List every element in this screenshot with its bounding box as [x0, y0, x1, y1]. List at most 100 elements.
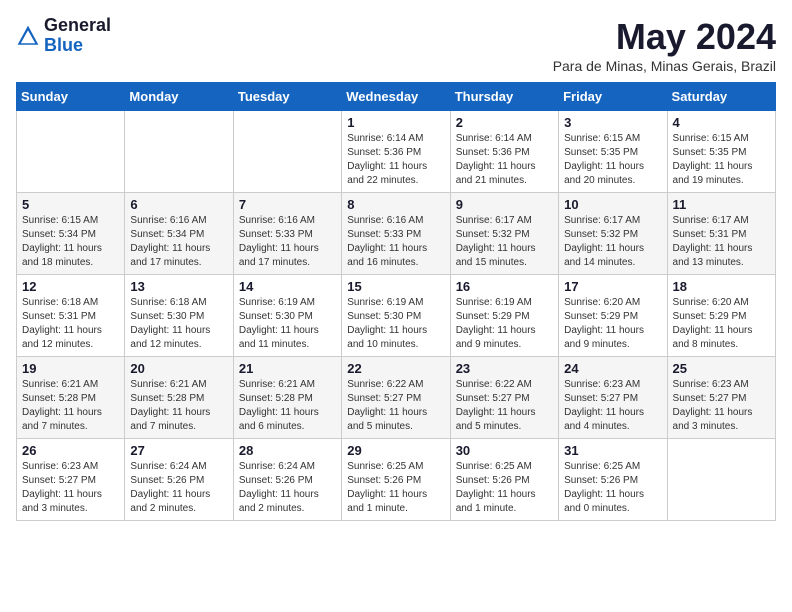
logo-blue-text: Blue — [44, 36, 111, 56]
calendar-cell: 13 Sunrise: 6:18 AM Sunset: 5:30 PM Dayli… — [125, 275, 233, 357]
calendar-cell: 4 Sunrise: 6:15 AM Sunset: 5:35 PM Daylig… — [667, 111, 775, 193]
weekday-header: Saturday — [667, 83, 775, 111]
calendar-cell: 16 Sunrise: 6:19 AM Sunset: 5:29 PM Dayli… — [450, 275, 558, 357]
calendar-week-row: 5Sunrise: 6:15 AM Sunset: 5:34 PM Daylig… — [17, 193, 776, 275]
calendar-cell: 14 Sunrise: 6:19 AM Sunset: 5:30 PM Dayli… — [233, 275, 341, 357]
title-area: May 2024 Para de Minas, Minas Gerais, Br… — [553, 16, 776, 74]
day-number: 1 — [347, 115, 444, 130]
weekday-header: Sunday — [17, 83, 125, 111]
day-info: Sunrise: 6:16 AM Sunset: 5:33 PM Dayligh… — [239, 214, 336, 270]
day-info: Sunrise: 6:15 AM Sunset: 5:35 PM Dayligh… — [673, 132, 770, 188]
day-info: Sunrise: 6:16 AM Sunset: 5:34 PM Dayligh… — [130, 214, 227, 270]
logo-text: General Blue — [44, 16, 111, 56]
day-info: Sunrise: 6:15 AM Sunset: 5:35 PM Dayligh… — [564, 132, 661, 188]
day-info: Sunrise: 6:21 AM Sunset: 5:28 PM Dayligh… — [22, 378, 119, 434]
day-info: Sunrise: 6:20 AM Sunset: 5:29 PM Dayligh… — [673, 296, 770, 352]
calendar-cell: 7 Sunrise: 6:16 AM Sunset: 5:33 PM Daylig… — [233, 193, 341, 275]
day-number: 16 — [456, 279, 553, 294]
day-info: Sunrise: 6:25 AM Sunset: 5:26 PM Dayligh… — [564, 460, 661, 516]
day-number: 12 — [22, 279, 119, 294]
calendar-cell: 29 Sunrise: 6:25 AM Sunset: 5:26 PM Dayli… — [342, 439, 450, 521]
day-number: 18 — [673, 279, 770, 294]
calendar-cell: 10Sunrise: 6:17 AM Sunset: 5:32 PM Dayli… — [559, 193, 667, 275]
calendar-cell: 24 Sunrise: 6:23 AM Sunset: 5:27 PM Dayli… — [559, 357, 667, 439]
day-number: 2 — [456, 115, 553, 130]
logo-icon — [16, 24, 40, 48]
calendar-cell — [667, 439, 775, 521]
location-subtitle: Para de Minas, Minas Gerais, Brazil — [553, 58, 776, 74]
day-info: Sunrise: 6:19 AM Sunset: 5:30 PM Dayligh… — [239, 296, 336, 352]
day-number: 4 — [673, 115, 770, 130]
day-info: Sunrise: 6:24 AM Sunset: 5:26 PM Dayligh… — [239, 460, 336, 516]
day-info: Sunrise: 6:23 AM Sunset: 5:27 PM Dayligh… — [22, 460, 119, 516]
day-number: 22 — [347, 361, 444, 376]
day-info: Sunrise: 6:17 AM Sunset: 5:32 PM Dayligh… — [564, 214, 661, 270]
day-number: 3 — [564, 115, 661, 130]
day-info: Sunrise: 6:20 AM Sunset: 5:29 PM Dayligh… — [564, 296, 661, 352]
day-number: 30 — [456, 443, 553, 458]
calendar-cell: 2 Sunrise: 6:14 AM Sunset: 5:36 PM Daylig… — [450, 111, 558, 193]
calendar-cell — [17, 111, 125, 193]
day-number: 13 — [130, 279, 227, 294]
day-info: Sunrise: 6:21 AM Sunset: 5:28 PM Dayligh… — [130, 378, 227, 434]
day-number: 25 — [673, 361, 770, 376]
day-info: Sunrise: 6:24 AM Sunset: 5:26 PM Dayligh… — [130, 460, 227, 516]
calendar-cell: 3 Sunrise: 6:15 AM Sunset: 5:35 PM Daylig… — [559, 111, 667, 193]
day-number: 21 — [239, 361, 336, 376]
calendar-cell — [125, 111, 233, 193]
day-number: 7 — [239, 197, 336, 212]
day-number: 9 — [456, 197, 553, 212]
calendar-cell: 27Sunrise: 6:24 AM Sunset: 5:26 PM Dayli… — [125, 439, 233, 521]
weekday-header: Tuesday — [233, 83, 341, 111]
calendar-header: SundayMondayTuesdayWednesdayThursdayFrid… — [17, 83, 776, 111]
day-number: 8 — [347, 197, 444, 212]
day-info: Sunrise: 6:14 AM Sunset: 5:36 PM Dayligh… — [347, 132, 444, 188]
day-info: Sunrise: 6:19 AM Sunset: 5:29 PM Dayligh… — [456, 296, 553, 352]
calendar-cell: 5Sunrise: 6:15 AM Sunset: 5:34 PM Daylig… — [17, 193, 125, 275]
month-title: May 2024 — [553, 16, 776, 58]
day-info: Sunrise: 6:17 AM Sunset: 5:32 PM Dayligh… — [456, 214, 553, 270]
calendar-table: SundayMondayTuesdayWednesdayThursdayFrid… — [16, 82, 776, 521]
day-info: Sunrise: 6:18 AM Sunset: 5:30 PM Dayligh… — [130, 296, 227, 352]
calendar-cell: 22 Sunrise: 6:22 AM Sunset: 5:27 PM Dayli… — [342, 357, 450, 439]
calendar-cell: 9 Sunrise: 6:17 AM Sunset: 5:32 PM Daylig… — [450, 193, 558, 275]
day-info: Sunrise: 6:14 AM Sunset: 5:36 PM Dayligh… — [456, 132, 553, 188]
day-number: 31 — [564, 443, 661, 458]
weekday-header: Thursday — [450, 83, 558, 111]
day-number: 6 — [130, 197, 227, 212]
calendar-cell: 30Sunrise: 6:25 AM Sunset: 5:26 PM Dayli… — [450, 439, 558, 521]
day-number: 28 — [239, 443, 336, 458]
day-info: Sunrise: 6:22 AM Sunset: 5:27 PM Dayligh… — [347, 378, 444, 434]
calendar-cell: 28 Sunrise: 6:24 AM Sunset: 5:26 PM Dayli… — [233, 439, 341, 521]
day-info: Sunrise: 6:16 AM Sunset: 5:33 PM Dayligh… — [347, 214, 444, 270]
day-info: Sunrise: 6:19 AM Sunset: 5:30 PM Dayligh… — [347, 296, 444, 352]
day-number: 24 — [564, 361, 661, 376]
calendar-cell: 26Sunrise: 6:23 AM Sunset: 5:27 PM Dayli… — [17, 439, 125, 521]
weekday-header: Wednesday — [342, 83, 450, 111]
calendar-cell: 12Sunrise: 6:18 AM Sunset: 5:31 PM Dayli… — [17, 275, 125, 357]
calendar-cell: 25 Sunrise: 6:23 AM Sunset: 5:27 PM Dayli… — [667, 357, 775, 439]
day-info: Sunrise: 6:15 AM Sunset: 5:34 PM Dayligh… — [22, 214, 119, 270]
calendar-cell: 15 Sunrise: 6:19 AM Sunset: 5:30 PM Dayli… — [342, 275, 450, 357]
day-info: Sunrise: 6:22 AM Sunset: 5:27 PM Dayligh… — [456, 378, 553, 434]
day-number: 29 — [347, 443, 444, 458]
day-info: Sunrise: 6:25 AM Sunset: 5:26 PM Dayligh… — [347, 460, 444, 516]
calendar-week-row: 26Sunrise: 6:23 AM Sunset: 5:27 PM Dayli… — [17, 439, 776, 521]
calendar-cell: 11Sunrise: 6:17 AM Sunset: 5:31 PM Dayli… — [667, 193, 775, 275]
day-number: 15 — [347, 279, 444, 294]
calendar-week-row: 19 Sunrise: 6:21 AM Sunset: 5:28 PM Dayli… — [17, 357, 776, 439]
day-number: 20 — [130, 361, 227, 376]
calendar-cell: 1 Sunrise: 6:14 AM Sunset: 5:36 PM Daylig… — [342, 111, 450, 193]
weekday-header: Friday — [559, 83, 667, 111]
day-info: Sunrise: 6:23 AM Sunset: 5:27 PM Dayligh… — [673, 378, 770, 434]
day-number: 11 — [673, 197, 770, 212]
day-number: 14 — [239, 279, 336, 294]
day-number: 19 — [22, 361, 119, 376]
calendar-week-row: 12Sunrise: 6:18 AM Sunset: 5:31 PM Dayli… — [17, 275, 776, 357]
calendar-cell: 20 Sunrise: 6:21 AM Sunset: 5:28 PM Dayli… — [125, 357, 233, 439]
day-info: Sunrise: 6:23 AM Sunset: 5:27 PM Dayligh… — [564, 378, 661, 434]
calendar-cell: 21 Sunrise: 6:21 AM Sunset: 5:28 PM Dayli… — [233, 357, 341, 439]
day-info: Sunrise: 6:21 AM Sunset: 5:28 PM Dayligh… — [239, 378, 336, 434]
calendar-cell: 18 Sunrise: 6:20 AM Sunset: 5:29 PM Dayli… — [667, 275, 775, 357]
day-number: 23 — [456, 361, 553, 376]
